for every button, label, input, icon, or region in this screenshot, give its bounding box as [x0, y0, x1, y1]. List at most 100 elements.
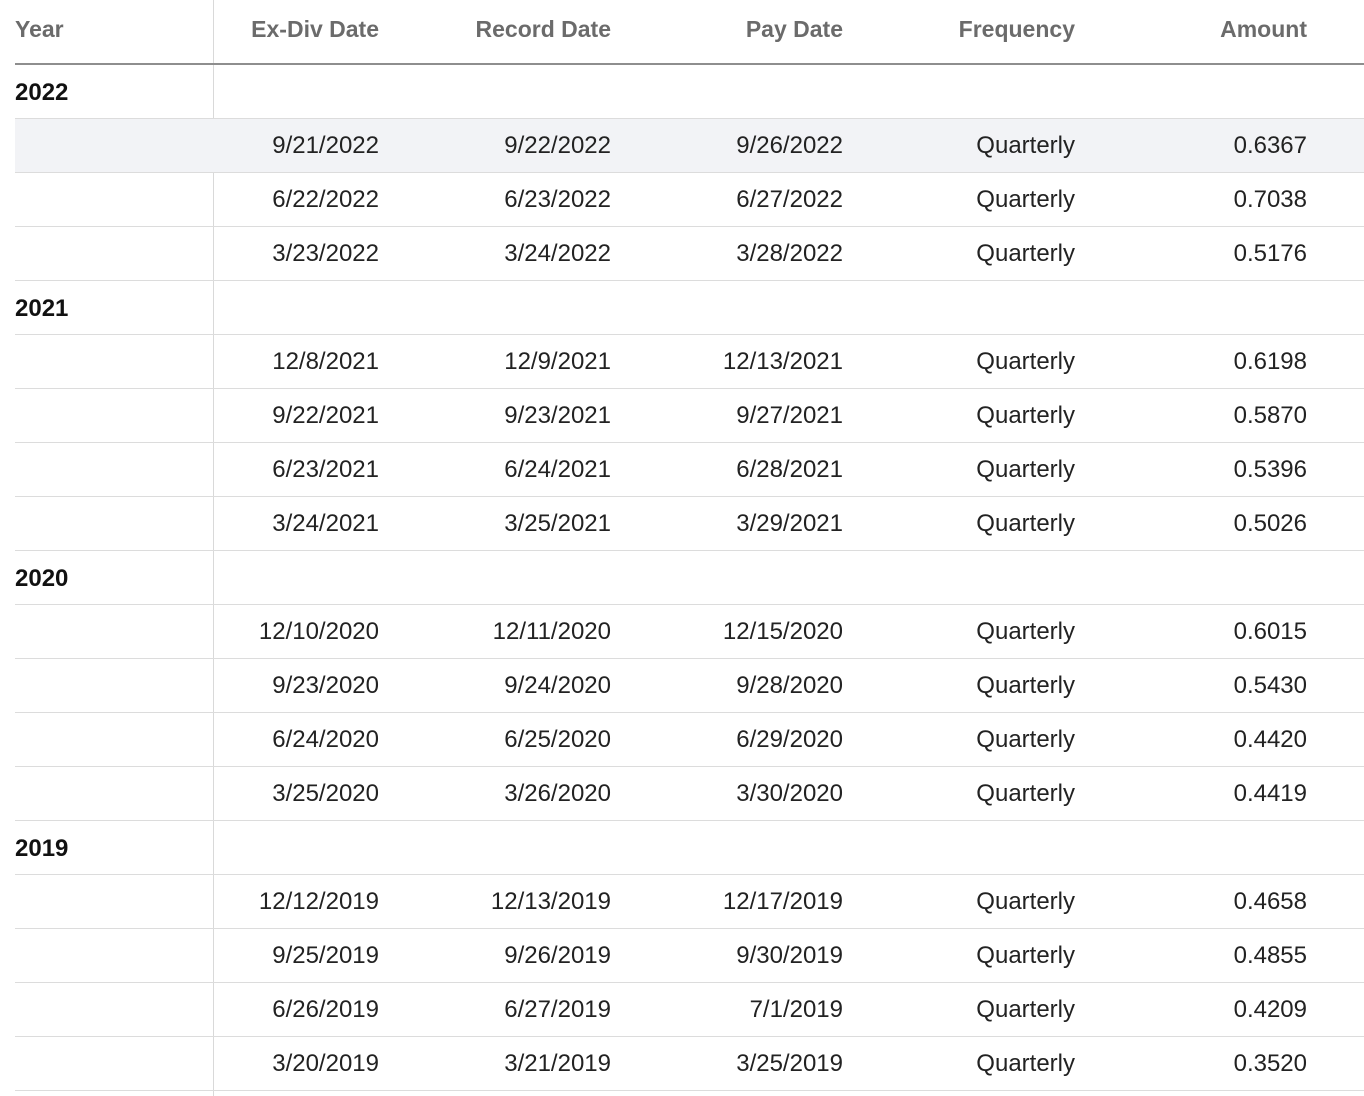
ex-div-date-cell: 3/23/2022 [272, 240, 379, 267]
amount-cell: 0.7038 [1233, 186, 1307, 213]
record-date-cell: 3/24/2022 [504, 240, 611, 267]
ex-div-date-cell: 9/25/2019 [272, 942, 379, 969]
column-header-frequency[interactable]: Frequency [959, 16, 1075, 43]
year-group-row: 2022 [15, 65, 1364, 119]
amount-cell: 0.6198 [1233, 348, 1307, 375]
amount-cell: 0.4419 [1233, 780, 1307, 807]
table-row[interactable]: 9/22/2021 9/23/2021 9/27/2021 Quarterly 0.58… [15, 389, 1364, 443]
table-row[interactable]: 12/10/2020 12/11/2020 12/15/2020 Quarterly 0… [15, 605, 1364, 659]
table-row[interactable]: 3/20/2019 3/21/2019 3/25/2019 Quarterly 0.35… [15, 1037, 1364, 1091]
ex-div-date-cell: 9/22/2021 [272, 402, 379, 429]
column-header-ex-div-date[interactable]: Ex-Div Date [251, 16, 379, 43]
pay-date-cell: 3/28/2022 [736, 240, 843, 267]
ex-div-date-cell: 6/24/2020 [272, 726, 379, 753]
pay-date-cell: 6/27/2022 [736, 186, 843, 213]
pay-date-cell: 3/30/2020 [736, 780, 843, 807]
amount-cell: 0.5430 [1233, 672, 1307, 699]
ex-div-date-cell: 12/10/2020 [258, 618, 379, 645]
frequency-cell: Quarterly [976, 510, 1075, 537]
pay-date-cell: 12/15/2020 [722, 618, 843, 645]
table-row[interactable]: 3/23/2022 3/24/2022 3/28/2022 Quarterly 0.51… [15, 227, 1364, 281]
table-row[interactable]: 9/25/2019 9/26/2019 9/30/2019 Quarterly 0.48… [15, 929, 1364, 983]
table-row[interactable]: 3/24/2021 3/25/2021 3/29/2021 Quarterly 0.50… [15, 497, 1364, 551]
pay-date-cell: 7/1/2019 [749, 996, 843, 1023]
frequency-cell: Quarterly [976, 186, 1075, 213]
ex-div-date-cell: 3/24/2021 [272, 510, 379, 537]
frequency-cell: Quarterly [976, 618, 1075, 645]
frequency-cell: Quarterly [976, 240, 1075, 267]
frequency-cell: Quarterly [976, 402, 1075, 429]
record-date-cell: 9/26/2019 [504, 942, 611, 969]
frequency-cell: Quarterly [976, 132, 1075, 159]
year-group-label: 2022 [15, 79, 69, 106]
table-row[interactable]: 9/23/2020 9/24/2020 9/28/2020 Quarterly 0.54… [15, 659, 1364, 713]
ex-div-date-cell: 3/20/2019 [272, 1050, 379, 1077]
record-date-cell: 9/22/2022 [504, 132, 611, 159]
record-date-cell: 12/9/2021 [504, 348, 611, 375]
ex-div-date-cell: 9/23/2020 [272, 672, 379, 699]
year-group-row: 2019 [15, 821, 1364, 875]
record-date-cell: 9/24/2020 [504, 672, 611, 699]
pay-date-cell: 12/13/2021 [722, 348, 843, 375]
pay-date-cell: 6/28/2021 [736, 456, 843, 483]
amount-cell: 0.4209 [1233, 996, 1307, 1023]
pay-date-cell: 9/28/2020 [736, 672, 843, 699]
frequency-cell: Quarterly [976, 888, 1075, 915]
record-date-cell: 3/21/2019 [504, 1050, 611, 1077]
amount-cell: 0.3520 [1233, 1050, 1307, 1077]
table-header: Year Ex-Div Date Record Date Pay Date Fr… [15, 0, 1364, 65]
table-row[interactable]: 12/8/2021 12/9/2021 12/13/2021 Quarterly 0.6… [15, 335, 1364, 389]
pay-date-cell: 9/30/2019 [736, 942, 843, 969]
year-group-row: 2021 [15, 281, 1364, 335]
frequency-cell: Quarterly [976, 1050, 1075, 1077]
amount-cell: 0.5176 [1233, 240, 1307, 267]
frequency-cell: Quarterly [976, 996, 1075, 1023]
table-row[interactable]: 6/26/2019 6/27/2019 7/1/2019 Quarterly 0.420… [15, 983, 1364, 1037]
column-header-year[interactable]: Year [15, 16, 64, 43]
ex-div-date-cell: 12/12/2019 [258, 888, 379, 915]
column-header-pay-date[interactable]: Pay Date [746, 16, 843, 43]
table-row[interactable]: 6/24/2020 6/25/2020 6/29/2020 Quarterly 0.44… [15, 713, 1364, 767]
ex-div-date-cell: 3/25/2020 [272, 780, 379, 807]
record-date-cell: 9/23/2021 [504, 402, 611, 429]
amount-cell: 0.4658 [1233, 888, 1307, 915]
pay-date-cell: 3/29/2021 [736, 510, 843, 537]
record-date-cell: 12/11/2020 [492, 618, 611, 645]
pay-date-cell: 9/26/2022 [736, 132, 843, 159]
ex-div-date-cell: 6/23/2021 [272, 456, 379, 483]
pay-date-cell: 3/25/2019 [736, 1050, 843, 1077]
year-group-label: 2019 [15, 835, 69, 862]
record-date-cell: 3/26/2020 [504, 780, 611, 807]
table-row[interactable]: 3/25/2020 3/26/2020 3/30/2020 Quarterly 0.44… [15, 767, 1364, 821]
amount-cell: 0.4420 [1233, 726, 1307, 753]
record-date-cell: 6/27/2019 [504, 996, 611, 1023]
pay-date-cell: 6/29/2020 [736, 726, 843, 753]
column-header-amount[interactable]: Amount [1220, 16, 1307, 43]
frequency-cell: Quarterly [976, 348, 1075, 375]
ex-div-date-cell: 9/21/2022 [272, 132, 379, 159]
column-header-record-date[interactable]: Record Date [476, 16, 611, 43]
record-date-cell: 6/24/2021 [504, 456, 611, 483]
year-group-label: 2020 [15, 565, 69, 592]
record-date-cell: 3/25/2021 [504, 510, 611, 537]
frequency-cell: Quarterly [976, 780, 1075, 807]
amount-cell: 0.5870 [1233, 402, 1307, 429]
table-body: 2022 9/21/2022 9/22/2022 9/26/2022 Quarterly… [15, 65, 1364, 1091]
table-row[interactable]: 6/22/2022 6/23/2022 6/27/2022 Quarterly 0.70… [15, 173, 1364, 227]
amount-cell: 0.4855 [1233, 942, 1307, 969]
amount-cell: 0.5026 [1233, 510, 1307, 537]
frequency-cell: Quarterly [976, 456, 1075, 483]
dividend-history-table: Year Ex-Div Date Record Date Pay Date Fr… [15, 0, 1364, 1096]
table-row[interactable]: 9/21/2022 9/22/2022 9/26/2022 Quarterly 0.63… [15, 119, 1364, 173]
amount-cell: 0.6015 [1233, 618, 1307, 645]
record-date-cell: 6/23/2022 [504, 186, 611, 213]
record-date-cell: 12/13/2019 [490, 888, 611, 915]
frequency-cell: Quarterly [976, 942, 1075, 969]
table-row[interactable]: 6/23/2021 6/24/2021 6/28/2021 Quarterly 0.53… [15, 443, 1364, 497]
table-row[interactable]: 12/12/2019 12/13/2019 12/17/2019 Quarterly 0… [15, 875, 1364, 929]
frequency-cell: Quarterly [976, 726, 1075, 753]
frequency-cell: Quarterly [976, 672, 1075, 699]
amount-cell: 0.5396 [1233, 456, 1307, 483]
year-group-label: 2021 [15, 295, 69, 322]
ex-div-date-cell: 6/26/2019 [272, 996, 379, 1023]
